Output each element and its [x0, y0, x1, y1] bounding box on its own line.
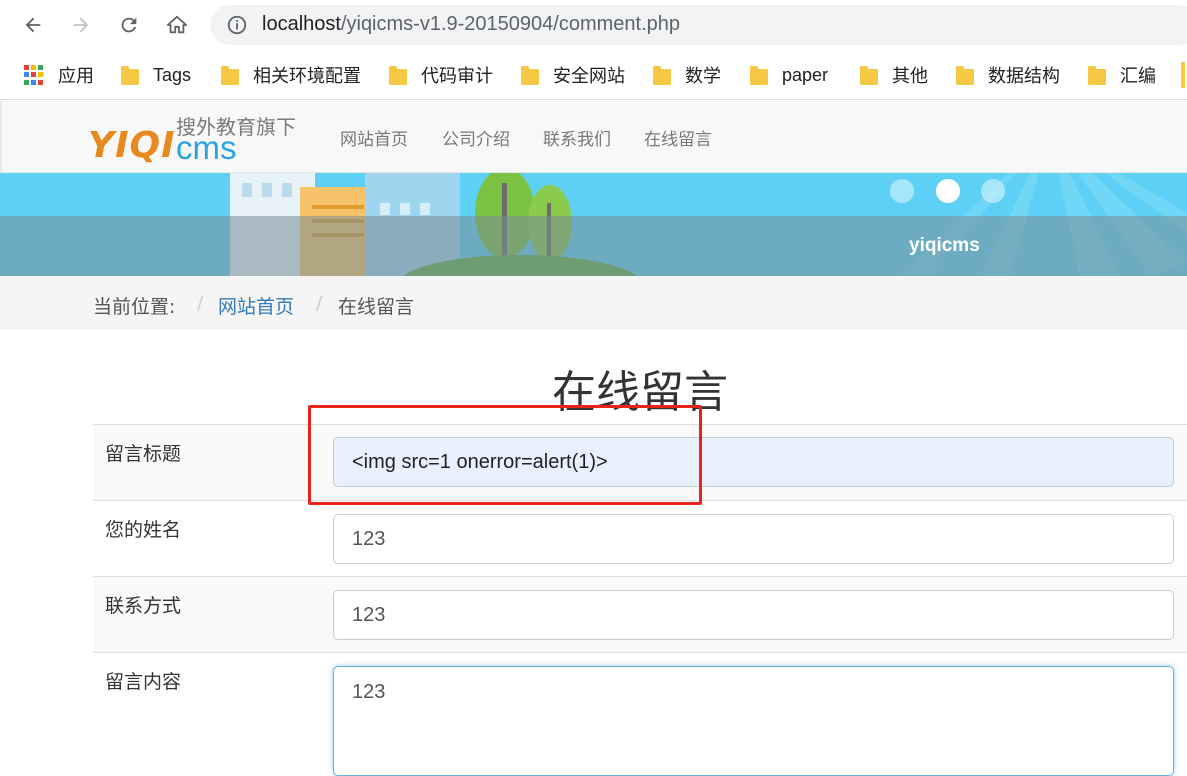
breadcrumb-current: 在线留言 — [338, 296, 415, 318]
highlight-annotation-box — [308, 405, 702, 505]
bookmark-label: 安全网站 — [553, 66, 625, 86]
bookmark-math[interactable]: 数学 — [653, 62, 721, 88]
folder-icon — [121, 65, 139, 85]
bookmark-apps[interactable]: 应用 — [24, 62, 94, 88]
info-icon[interactable] — [226, 14, 248, 36]
folder-icon — [860, 65, 878, 85]
reload-button[interactable] — [112, 8, 146, 42]
contact-label: 联系方式 — [105, 595, 182, 617]
nav-home[interactable]: 网站首页 — [340, 125, 408, 150]
bookmark-data-structures[interactable]: 数据结构 — [956, 62, 1060, 88]
nav-contact[interactable]: 联系我们 — [543, 125, 611, 150]
bookmark-label: 其他 — [892, 66, 928, 86]
bookmark-env-config[interactable]: 相关环境配置 — [221, 62, 361, 88]
back-arrow-icon — [25, 17, 41, 33]
folder-icon — [1088, 65, 1106, 85]
bookmark-label: Tags — [153, 64, 192, 85]
breadcrumb-separator: / — [197, 292, 204, 314]
bookmark-other[interactable]: 其他 — [860, 62, 928, 88]
name-label: 您的姓名 — [105, 519, 182, 541]
breadcrumb-home-link[interactable]: 网站首页 — [218, 292, 294, 319]
bookmarks-bar: 应用 Tags 相关环境配置 代码审计 安全网站 数学 paper 其他 数据结… — [0, 50, 1187, 100]
apps-grid-icon — [24, 65, 44, 85]
banner-caption-bar — [0, 216, 1187, 276]
bookmark-overflow-folder-icon — [1181, 62, 1185, 88]
folder-icon — [653, 65, 671, 85]
url-host: localhost — [262, 13, 341, 35]
home-icon — [166, 15, 188, 34]
browser-toolbar: localhost/yiqicms-v1.9-20150904/comment.… — [0, 0, 1187, 50]
bookmark-code-audit[interactable]: 代码审计 — [389, 62, 493, 88]
bookmark-assembly[interactable]: 汇编 — [1088, 62, 1156, 88]
reload-icon — [121, 17, 137, 33]
bookmark-label: 代码审计 — [421, 66, 493, 86]
contact-input[interactable]: 123 — [333, 590, 1174, 640]
form-row-contact: 联系方式 123 — [93, 576, 1187, 652]
folder-icon — [750, 65, 768, 85]
breadcrumb-prefix: 当前位置: — [93, 296, 176, 318]
bookmark-security-sites[interactable]: 安全网站 — [521, 62, 625, 88]
url-path: /yiqicms-v1.9-20150904/comment.php — [340, 13, 680, 35]
breadcrumb: 当前位置: / 网站首页 / 在线留言 — [0, 276, 1187, 330]
forward-arrow-icon — [73, 17, 89, 33]
nav-guestbook[interactable]: 在线留言 — [644, 125, 712, 150]
form-row-content: 留言内容 123 — [93, 652, 1187, 776]
slider-dot-2-active[interactable] — [936, 179, 960, 203]
content-textarea[interactable]: 123 — [333, 666, 1174, 776]
folder-icon — [521, 65, 539, 85]
banner-caption: yiqicms — [909, 235, 980, 256]
nav-about[interactable]: 公司介绍 — [442, 125, 510, 150]
folder-icon — [956, 65, 974, 85]
folder-icon — [221, 65, 239, 85]
home-button[interactable] — [160, 8, 194, 42]
url-text: localhost/yiqicms-v1.9-20150904/comment.… — [262, 13, 680, 36]
slider-dot-3[interactable] — [981, 179, 1005, 203]
title-label: 留言标题 — [105, 443, 182, 465]
name-input[interactable]: 123 — [333, 514, 1174, 564]
site-header: YIQI 搜外教育旗下 cms 网站首页 公司介绍 联系我们 在线留言 — [0, 101, 1187, 173]
breadcrumb-separator: / — [316, 292, 323, 314]
logo-cms-text: cms — [176, 129, 237, 166]
bookmark-tags[interactable]: Tags — [121, 62, 191, 88]
bookmark-paper[interactable]: paper — [750, 62, 828, 88]
form-row-name: 您的姓名 123 — [93, 500, 1187, 576]
address-bar[interactable]: localhost/yiqicms-v1.9-20150904/comment.… — [210, 5, 1187, 45]
site-logo[interactable]: YIQI 搜外教育旗下 cms — [88, 111, 318, 167]
content-label: 留言内容 — [105, 671, 182, 693]
back-button[interactable] — [16, 8, 50, 42]
slider-dot-1[interactable] — [890, 179, 914, 203]
folder-icon — [389, 65, 407, 85]
banner-slider: yiqicms — [0, 173, 1187, 276]
bookmark-label: 相关环境配置 — [253, 66, 361, 86]
forward-button[interactable] — [64, 8, 98, 42]
logo-yiqi-text: YIQI — [88, 125, 176, 166]
bookmark-label: 数据结构 — [988, 66, 1060, 86]
bookmark-label: 应用 — [58, 66, 94, 86]
bookmark-label: 汇编 — [1120, 66, 1156, 86]
bookmark-label: paper — [782, 64, 829, 85]
bookmark-label: 数学 — [685, 66, 721, 86]
